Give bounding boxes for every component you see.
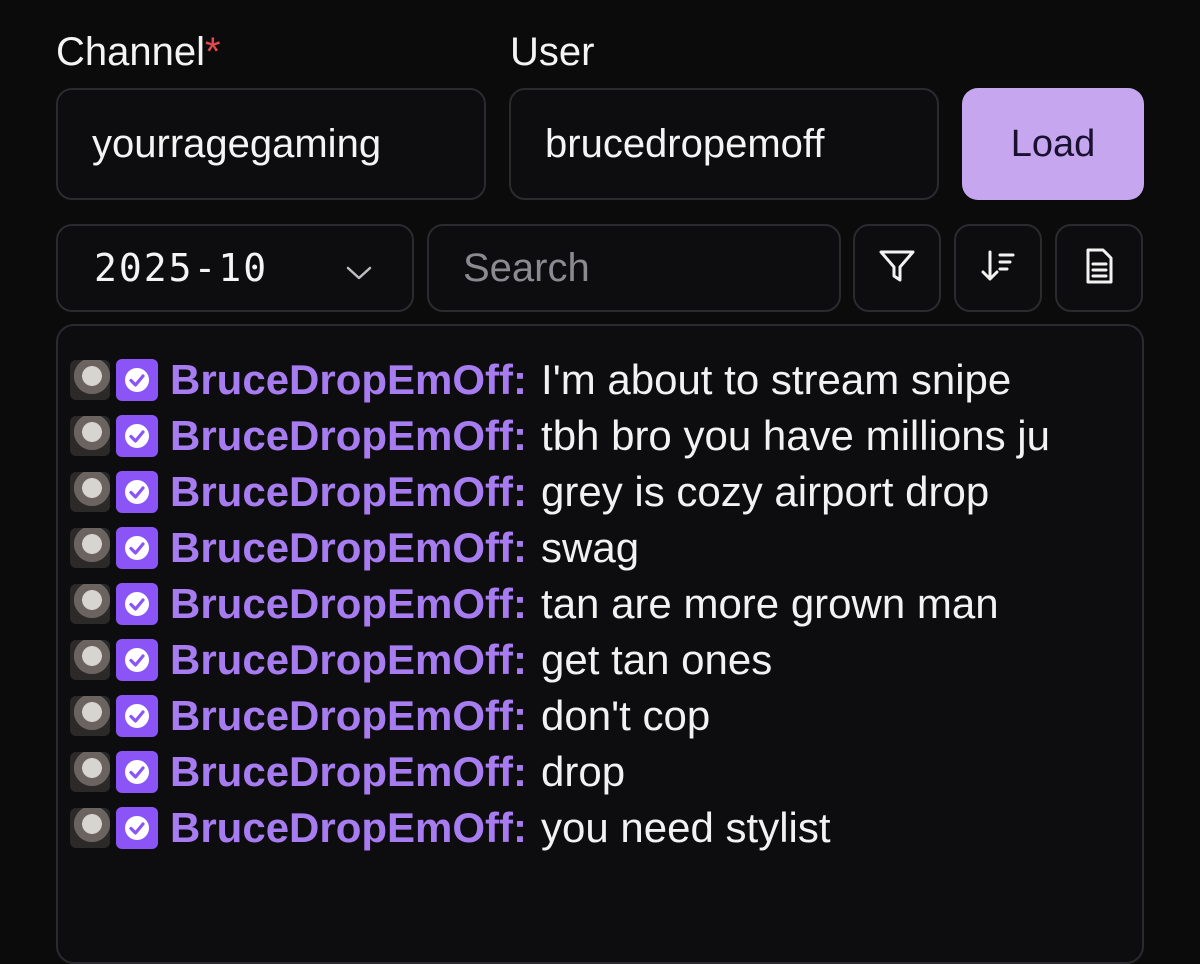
chat-message: BruceDropEmOff: swag bbox=[70, 520, 639, 576]
verified-badge-icon bbox=[116, 471, 158, 513]
chat-message-text: swag bbox=[541, 524, 640, 571]
chevron-down-icon bbox=[346, 246, 372, 290]
sort-descending-icon bbox=[978, 246, 1018, 291]
channel-label-text: Channel bbox=[56, 30, 206, 74]
verified-badge-icon bbox=[116, 751, 158, 793]
verified-badge-icon bbox=[116, 583, 158, 625]
chat-message: BruceDropEmOff: tbh bro you have millions… bbox=[70, 408, 1050, 464]
verified-badge-icon bbox=[116, 527, 158, 569]
chat-message-text: tbh bro you have millions ju bbox=[541, 412, 1050, 459]
month-select[interactable]: 2025-10 bbox=[56, 224, 414, 312]
channel-field bbox=[56, 88, 486, 200]
chat-username[interactable]: BruceDropEmOff: bbox=[170, 692, 527, 740]
chat-message: BruceDropEmOff: tan are more grown man bbox=[70, 576, 999, 632]
chat-message-text: you need stylist bbox=[541, 804, 831, 851]
verified-badge-icon bbox=[116, 695, 158, 737]
search-input[interactable] bbox=[429, 245, 839, 291]
chat-username[interactable]: BruceDropEmOff: bbox=[170, 804, 527, 852]
user-input[interactable] bbox=[511, 121, 937, 167]
chat-message-text: I'm about to stream snipe bbox=[541, 356, 1012, 403]
export-button[interactable] bbox=[1055, 224, 1143, 312]
chat-message-text: tan are more grown man bbox=[541, 580, 999, 627]
chat-message-text: get tan ones bbox=[541, 636, 773, 683]
chat-username[interactable]: BruceDropEmOff: bbox=[170, 468, 527, 516]
user-avatar[interactable] bbox=[70, 696, 110, 736]
user-avatar[interactable] bbox=[70, 472, 110, 512]
chat-username[interactable]: BruceDropEmOff: bbox=[170, 412, 527, 460]
document-icon bbox=[1079, 246, 1119, 291]
channel-label: Channel* bbox=[56, 30, 221, 75]
chat-username[interactable]: BruceDropEmOff: bbox=[170, 524, 527, 572]
user-avatar[interactable] bbox=[70, 808, 110, 848]
user-avatar[interactable] bbox=[70, 528, 110, 568]
user-avatar[interactable] bbox=[70, 640, 110, 680]
chat-username[interactable]: BruceDropEmOff: bbox=[170, 636, 527, 684]
chat-message-text: grey is cozy airport drop bbox=[541, 468, 990, 515]
chat-message-text: don't cop bbox=[541, 692, 711, 739]
load-button[interactable]: Load bbox=[962, 88, 1144, 200]
chat-message: BruceDropEmOff: grey is cozy airport drop bbox=[70, 464, 989, 520]
channel-input[interactable] bbox=[58, 121, 484, 167]
user-avatar[interactable] bbox=[70, 584, 110, 624]
user-avatar[interactable] bbox=[70, 360, 110, 400]
verified-badge-icon bbox=[116, 639, 158, 681]
required-mark: * bbox=[205, 30, 221, 74]
sort-button[interactable] bbox=[954, 224, 1042, 312]
user-label: User bbox=[510, 30, 595, 74]
user-avatar[interactable] bbox=[70, 416, 110, 456]
search-field bbox=[427, 224, 841, 312]
chat-username[interactable]: BruceDropEmOff: bbox=[170, 580, 527, 628]
filter-icon bbox=[877, 246, 917, 291]
chat-message: BruceDropEmOff: get tan ones bbox=[70, 632, 772, 688]
chat-message-text: drop bbox=[541, 748, 626, 795]
user-field bbox=[509, 88, 939, 200]
chat-message: BruceDropEmOff: I'm about to stream snipe bbox=[70, 352, 1011, 408]
verified-badge-icon bbox=[116, 807, 158, 849]
filter-button[interactable] bbox=[853, 224, 941, 312]
chat-message: BruceDropEmOff: drop bbox=[70, 744, 625, 800]
chat-message: BruceDropEmOff: don't cop bbox=[70, 688, 710, 744]
chat-message: BruceDropEmOff: you need stylist bbox=[70, 800, 831, 856]
chat-username[interactable]: BruceDropEmOff: bbox=[170, 748, 527, 796]
chat-log[interactable]: BruceDropEmOff: I'm about to stream snipe… bbox=[56, 324, 1144, 964]
verified-badge-icon bbox=[116, 359, 158, 401]
chat-username[interactable]: BruceDropEmOff: bbox=[170, 356, 527, 404]
verified-badge-icon bbox=[116, 415, 158, 457]
user-avatar[interactable] bbox=[70, 752, 110, 792]
month-select-value: 2025-10 bbox=[94, 246, 269, 290]
